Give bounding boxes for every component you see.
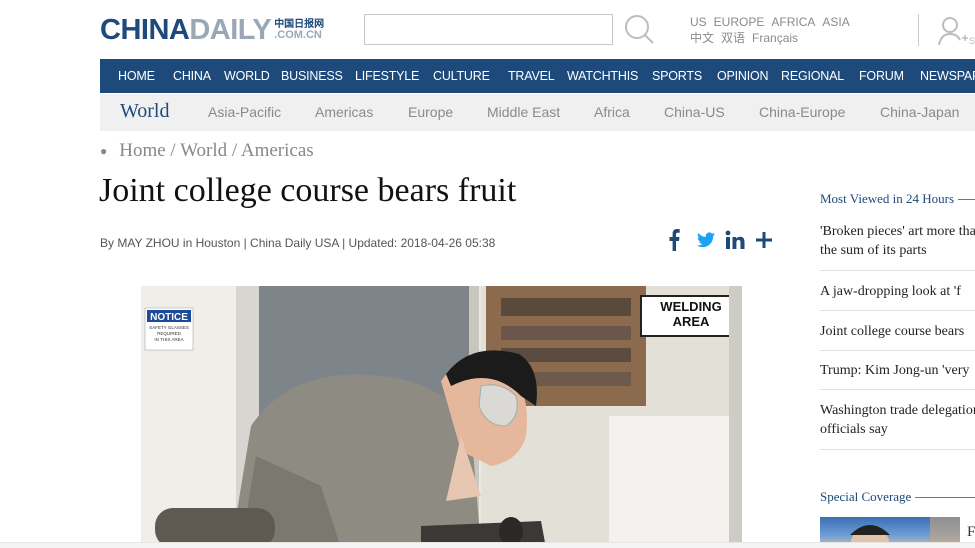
nav-lifestyle[interactable]: LIFESTYLE xyxy=(355,69,419,83)
nav-forum[interactable]: FORUM xyxy=(859,69,904,83)
most-viewed-item-3[interactable]: Joint college course bears xyxy=(820,322,975,341)
photo-notice-title: NOTICE xyxy=(150,312,188,323)
list-divider xyxy=(820,270,975,271)
subnav-americas[interactable]: Americas xyxy=(315,104,373,120)
user-icon[interactable]: S xyxy=(938,16,975,46)
nav-world[interactable]: WORLD xyxy=(224,69,270,83)
header-divider xyxy=(918,14,919,46)
section-subnav: World Asia-Pacific Americas Europe Middl… xyxy=(100,94,975,131)
nav-opinion[interactable]: OPINION xyxy=(717,69,769,83)
language-row: 中文 双语 Français xyxy=(690,30,850,46)
edition-row: US EUROPE AFRICA ASIA xyxy=(690,14,850,30)
most-viewed-heading: Most Viewed in 24 Hours xyxy=(820,190,975,208)
edition-europe[interactable]: EUROPE xyxy=(714,14,765,30)
edition-links: US EUROPE AFRICA ASIA 中文 双语 Français xyxy=(690,14,850,46)
nav-business[interactable]: BUSINESS xyxy=(281,69,343,83)
heading-rule xyxy=(958,198,975,200)
share-linkedin-icon[interactable] xyxy=(725,227,745,253)
section-title-world[interactable]: World xyxy=(120,100,170,123)
search-input[interactable] xyxy=(364,14,613,45)
special-coverage-heading: Special Coverage xyxy=(820,489,975,505)
logo-part-daily: DAILY xyxy=(189,14,272,46)
most-viewed-item-1[interactable]: 'Broken pieces' art more than the sum of… xyxy=(820,222,975,260)
edition-africa[interactable]: AFRICA xyxy=(771,14,815,30)
subnav-africa[interactable]: Africa xyxy=(594,104,630,120)
subnav-china-europe[interactable]: China-Europe xyxy=(759,104,845,120)
language-bilingual[interactable]: 双语 xyxy=(721,30,745,46)
share-more-icon[interactable] xyxy=(755,227,773,253)
svg-text:IN THIS AREA: IN THIS AREA xyxy=(154,337,183,342)
breadcrumb-bullet: ● xyxy=(100,143,108,158)
subnav-china-us[interactable]: China-US xyxy=(664,104,725,120)
subnav-middle-east[interactable]: Middle East xyxy=(487,104,560,120)
nav-regional[interactable]: REGIONAL xyxy=(781,69,844,83)
edition-asia[interactable]: ASIA xyxy=(822,14,849,30)
logo-subtext: 中国日报网 .COM.CN xyxy=(274,20,324,41)
list-divider xyxy=(820,449,975,450)
welding-student-photo: WELDING AREA NOTICE SAFETY GLASSES REQUI… xyxy=(141,286,742,548)
most-viewed-item-4[interactable]: Trump: Kim Jong-un 'very xyxy=(820,361,975,380)
main-navigation: HOME CHINA WORLD BUSINESS LIFESTYLE CULT… xyxy=(100,59,975,93)
svg-text:S: S xyxy=(969,36,975,46)
language-french[interactable]: Français xyxy=(752,30,798,46)
article-headline: Joint college course bears fruit xyxy=(99,172,517,209)
subnav-china-japan[interactable]: China-Japan xyxy=(880,104,959,120)
article-byline: By MAY ZHOU in Houston | China Daily USA… xyxy=(100,236,496,250)
breadcrumb: ● Home / World / Americas xyxy=(100,140,314,162)
bottom-scroll-bar xyxy=(0,542,975,548)
heading-rule xyxy=(915,496,975,498)
photo-sign-text: WELDING xyxy=(660,299,721,314)
subnav-asia-pacific[interactable]: Asia-Pacific xyxy=(208,104,281,120)
nav-china[interactable]: CHINA xyxy=(173,69,211,83)
svg-text:AREA: AREA xyxy=(673,314,710,329)
logo-domain: .COM.CN xyxy=(274,29,322,41)
list-divider xyxy=(820,310,975,311)
logo-wordmark: CHINADAILY xyxy=(100,14,272,46)
share-facebook-icon[interactable] xyxy=(667,227,681,253)
nav-newspaper[interactable]: NEWSPAP xyxy=(920,69,975,83)
nav-culture[interactable]: CULTURE xyxy=(433,69,490,83)
nav-home[interactable]: HOME xyxy=(118,69,155,83)
share-twitter-icon[interactable] xyxy=(697,227,715,253)
nav-watchthis[interactable]: WATCHTHIS xyxy=(567,69,638,83)
most-viewed-item-2[interactable]: A jaw-dropping look at 'f xyxy=(820,282,975,301)
most-viewed-item-5[interactable]: Washington trade delegation officials sa… xyxy=(820,401,975,439)
list-divider xyxy=(820,350,975,351)
nav-sports[interactable]: SPORTS xyxy=(652,69,702,83)
edition-us[interactable]: US xyxy=(690,14,707,30)
special-coverage-title: Special Coverage xyxy=(820,489,912,504)
logo-part-china: CHINA xyxy=(100,14,190,46)
search-icon[interactable] xyxy=(622,12,656,46)
china-daily-logo[interactable]: CHINADAILY 中国日报网 .COM.CN xyxy=(100,14,324,46)
breadcrumb-path[interactable]: Home / World / Americas xyxy=(119,140,313,162)
list-divider xyxy=(820,389,975,390)
most-viewed-panel: Most Viewed in 24 Hours 'Broken pieces' … xyxy=(820,190,975,450)
svg-text:REQUIRED: REQUIRED xyxy=(157,331,182,336)
subnav-europe[interactable]: Europe xyxy=(408,104,453,120)
language-chinese[interactable]: 中文 xyxy=(690,30,714,46)
special-coverage-caption[interactable]: F xyxy=(967,524,975,541)
nav-travel[interactable]: TRAVEL xyxy=(508,69,555,83)
most-viewed-title: Most Viewed in 24 Hours xyxy=(820,191,955,206)
article-photo: WELDING AREA NOTICE SAFETY GLASSES REQUI… xyxy=(141,286,742,548)
svg-text:SAFETY GLASSES: SAFETY GLASSES xyxy=(149,325,189,330)
